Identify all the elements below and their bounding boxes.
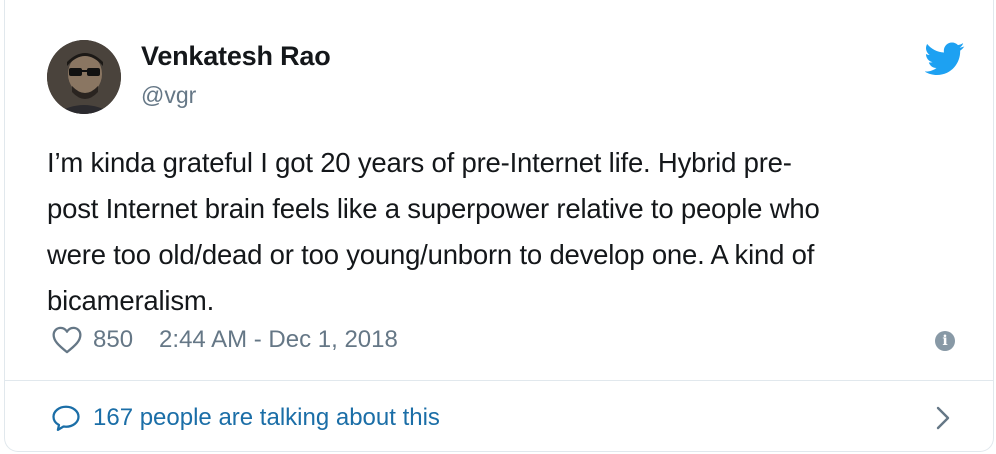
info-icon[interactable]: i [935,331,955,351]
tweet-text-line: bicameralism. [47,285,215,316]
speech-bubble-icon [52,405,80,431]
author-handle[interactable]: @vgr [141,82,196,109]
tweet-meta: 850 2:44 AM - Dec 1, 2018 [47,322,398,358]
tweet-timestamp[interactable]: 2:44 AM - Dec 1, 2018 [159,326,398,354]
twitter-bird-icon[interactable] [925,42,965,76]
heart-icon[interactable] [51,326,83,354]
like-count[interactable]: 850 [93,326,133,354]
author-name[interactable]: Venkatesh Rao [141,41,331,72]
chevron-right-icon[interactable] [935,404,951,432]
tweet-text-line: were too old/dead or too young/unborn to… [47,239,815,270]
avatar[interactable] [47,40,121,114]
conversation-link[interactable]: 167 people are talking about this [47,400,440,436]
divider [5,380,993,381]
tweet-text: I’m kinda grateful I got 20 years of pre… [47,140,972,324]
tweet-text-line: I’m kinda grateful I got 20 years of pre… [47,147,792,178]
tweet-text-line: post Internet brain feels like a superpo… [47,193,820,224]
tweet-card: Venkatesh Rao @vgr I’m kinda grateful I … [4,0,994,452]
avatar-photo [47,40,121,114]
conversation-link-label[interactable]: 167 people are talking about this [93,404,440,432]
